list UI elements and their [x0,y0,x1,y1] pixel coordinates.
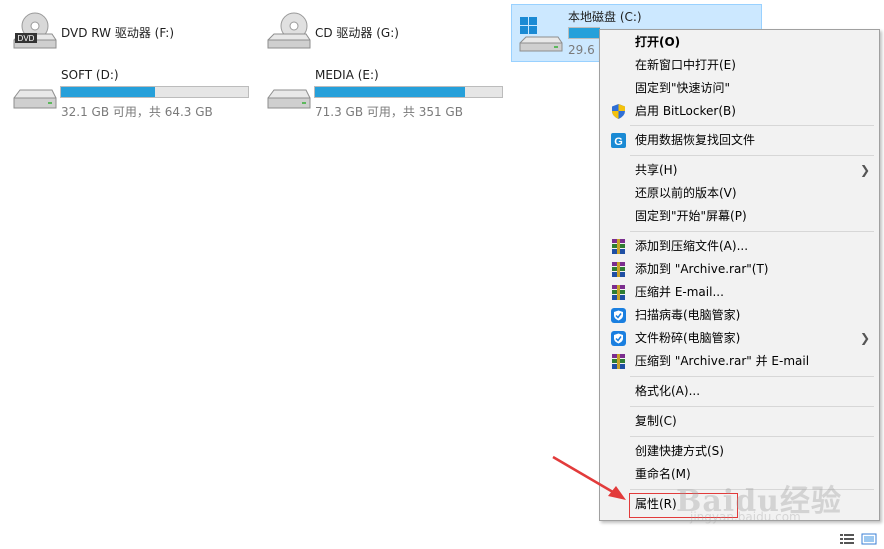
drive-usage-bar [60,86,249,98]
menu-item-scan-virus[interactable]: 扫描病毒(电脑管家) [600,304,879,327]
menu-item-open[interactable]: 打开(O) [600,31,879,54]
menu-item-label: 启用 BitLocker(B) [635,104,736,118]
menu-item-pin-start[interactable]: 固定到"开始"屏幕(P) [600,205,879,228]
menu-item-label: 压缩到 "Archive.rar" 并 E-mail [635,354,810,368]
chevron-right-icon: ❯ [859,163,870,177]
menu-item-add-archive[interactable]: 添加到压缩文件(A)... [600,235,879,258]
drive-dvd-f[interactable]: DVD DVD RW 驱动器 (F:) [8,10,248,56]
windows-drive-icon [519,17,563,52]
winrar-icon [612,285,625,300]
menu-item-label: 共享(H) [635,163,678,177]
drive-label: 本地磁盘 (C:) [568,10,642,24]
drive-free-text: 71.3 GB 可用，共 351 GB [315,105,463,119]
menu-item-bitlocker[interactable]: 启用 BitLocker(B) [600,100,879,123]
winrar-icon [612,262,625,277]
menu-item-add-archive-rar[interactable]: 添加到 "Archive.rar"(T) [600,258,879,281]
hard-drive-icon [267,89,311,109]
menu-separator [630,406,874,407]
recovery-icon: G [611,133,626,148]
menu-item-label: 添加到压缩文件(A)... [635,239,749,253]
drive-label: CD 驱动器 (G:) [315,26,399,40]
svg-text:G: G [614,136,623,148]
drive-usage-fill [569,28,600,38]
pc-manager-shield-icon [611,331,626,346]
menu-item-label: 压缩并 E-mail... [635,285,724,299]
drive-soft-d[interactable]: SOFT (D:) 32.1 GB 可用，共 64.3 GB [8,64,252,120]
watermark-sub: jingyan.baidu.com [690,510,801,524]
menu-item-label: 扫描病毒(电脑管家) [635,308,741,322]
menu-item-label: 文件粉碎(电脑管家) [635,331,741,345]
menu-item-open-new-window[interactable]: 在新窗口中打开(E) [600,54,879,77]
drive-usage-bar [314,86,503,98]
menu-item-share[interactable]: 共享(H) ❯ [600,159,879,182]
menu-separator [630,436,874,437]
menu-item-shred[interactable]: 文件粉碎(电脑管家) ❯ [600,327,879,350]
drive-label: DVD RW 驱动器 (F:) [61,26,175,40]
dvd-badge: DVD [18,34,35,43]
drive-media-e[interactable]: MEDIA (E:) 71.3 GB 可用，共 351 GB [262,64,506,120]
menu-item-label: 添加到 "Archive.rar"(T) [635,262,769,276]
winrar-icon [612,354,625,369]
pc-manager-shield-icon [611,308,626,323]
shield-icon [612,104,625,119]
drive-usage-fill [61,87,155,97]
menu-item-label: 复制(C) [635,414,677,428]
menu-separator [630,155,874,156]
menu-item-compress-email[interactable]: 压缩并 E-mail... [600,281,879,304]
menu-item-label: 固定到"快速访问" [635,81,731,95]
red-arrow-icon [552,455,626,500]
menu-item-format[interactable]: 格式化(A)... [600,380,879,403]
view-toggle [839,532,879,546]
menu-separator [630,231,874,232]
dvd-drive-icon: DVD [13,12,57,49]
cd-drive-icon [267,12,311,49]
hard-drive-icon [13,89,57,109]
menu-item-create-shortcut[interactable]: 创建快捷方式(S) [600,440,879,463]
drive-label: MEDIA (E:) [315,68,379,82]
menu-item-label: 创建快捷方式(S) [635,444,724,458]
menu-item-label: 在新窗口中打开(E) [635,58,736,72]
menu-item-compress-rar-email[interactable]: 压缩到 "Archive.rar" 并 E-mail [600,350,879,373]
menu-item-label: 打开(O) [635,35,681,49]
menu-item-label: 格式化(A)... [635,384,701,398]
tiles-view-icon[interactable] [861,533,877,545]
menu-separator [630,376,874,377]
menu-item-label: 固定到"开始"屏幕(P) [635,209,747,223]
chevron-right-icon: ❯ [859,331,870,345]
menu-item-restore-previous[interactable]: 还原以前的版本(V) [600,182,879,205]
winrar-icon [612,239,625,254]
baidu-watermark: Baidu经验 jingyan.baidu.com [676,476,842,524]
drive-usage-bar [568,27,600,39]
drive-cd-g[interactable]: CD 驱动器 (G:) [262,10,502,56]
menu-item-copy[interactable]: 复制(C) [600,410,879,433]
menu-item-label: 还原以前的版本(V) [635,186,737,200]
menu-item-recover[interactable]: G 使用数据恢复找回文件 [600,129,879,152]
drive-usage-fill [315,87,465,97]
menu-item-pin-quick-access[interactable]: 固定到"快速访问" [600,77,879,100]
drive-free-text: 32.1 GB 可用，共 64.3 GB [61,105,213,119]
details-view-icon[interactable] [839,533,855,545]
context-menu: 打开(O) 在新窗口中打开(E) 固定到"快速访问" 启用 BitLocker(… [599,29,880,521]
drive-label: SOFT (D:) [61,68,119,82]
menu-separator [630,125,874,126]
menu-item-label: 使用数据恢复找回文件 [635,133,756,147]
